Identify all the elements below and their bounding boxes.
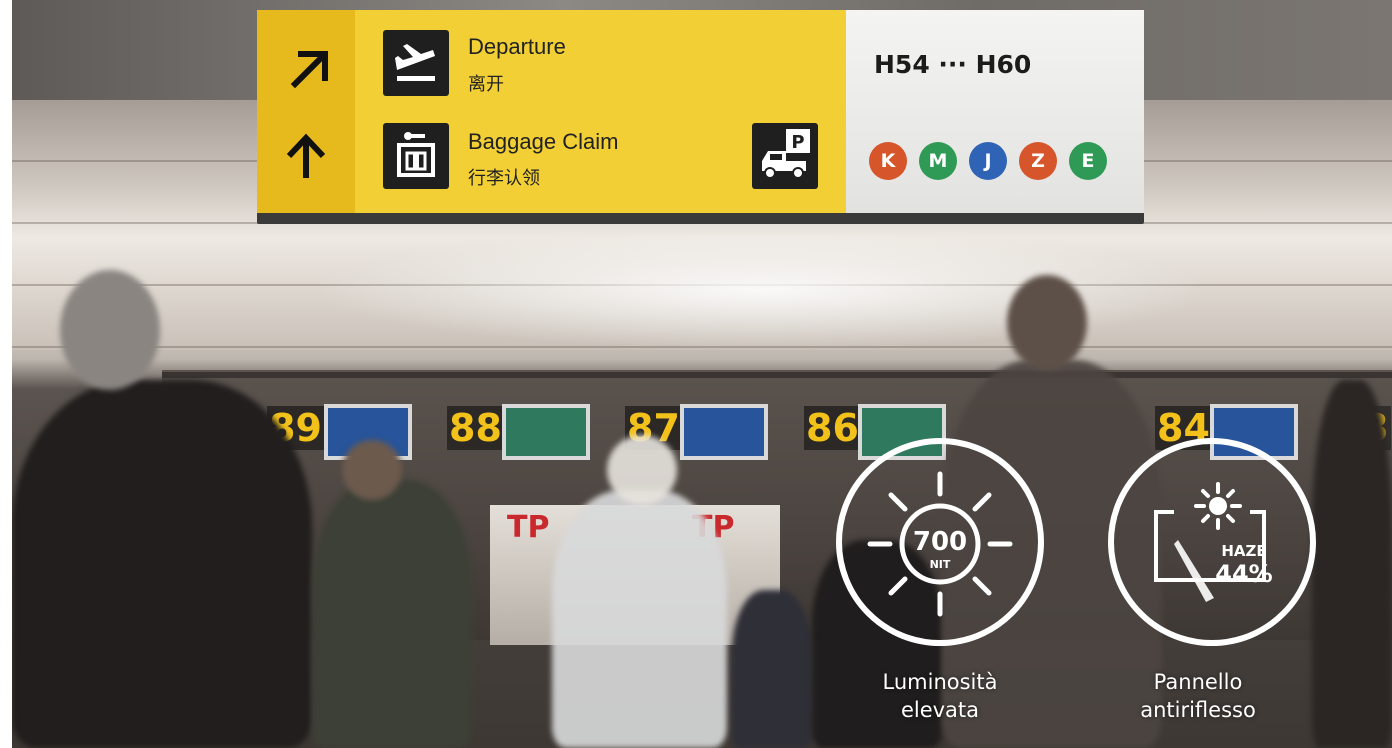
arrow-up-right-icon [290,51,328,89]
parking-letter: P [791,132,804,153]
line-badge-z: Z [1019,142,1057,180]
haze-value: 44% [1215,560,1272,588]
counter-number: 88 [447,406,504,450]
wayfinding-sign: Departure 离开 Baggage Claim 行李认领 P H54 ··… [257,10,1144,224]
sun-icon: 700 NIT [867,471,1013,617]
gate-range: H54 ··· H60 [874,50,1032,79]
brightness-caption: Luminosità elevata [820,668,1060,724]
traveller-silhouette [732,590,812,748]
departure-label: Departure [468,34,566,59]
arrow-up-icon [286,133,326,178]
brightness-caption-line2: elevata [900,698,980,722]
traveller-silhouette [12,380,312,748]
line-badge-k: K [869,142,907,180]
counter-monitor [680,404,768,460]
parking-car-icon: P [752,123,818,189]
line-badge-m: M [919,142,957,180]
baggage-claim-icon [383,123,449,189]
brightness-badge: 700 NIT [836,438,1044,646]
line-badge-e: E [1069,142,1107,180]
haze-badge: HAZE 44% [1108,438,1316,646]
baggage-claim-label-cn: 行李认领 [468,168,540,189]
traveller-silhouette [1312,380,1392,748]
baggage-claim-label: Baggage Claim [468,129,619,154]
departure-plane-icon [383,30,449,96]
anti-glare-icon: HAZE 44% [1154,482,1273,602]
sign-white-panel [846,10,1144,213]
brightness-unit: NIT [930,558,951,571]
haze-caption-line1: Pannello [1153,670,1243,694]
brightness-caption-line1: Luminosità [882,670,998,694]
counter-monitor [502,404,590,460]
brightness-value: 700 [913,527,967,557]
traveller-silhouette [552,490,727,748]
airline-logo: TP [507,510,550,545]
traveller-silhouette [312,480,472,748]
line-badge-j: J [969,142,1007,180]
haze-caption-line2: antiriflesso [1140,698,1256,722]
haze-caption: Pannello antiriflesso [1078,668,1318,724]
haze-label: HAZE [1221,542,1266,560]
departure-label-cn: 离开 [468,74,504,95]
